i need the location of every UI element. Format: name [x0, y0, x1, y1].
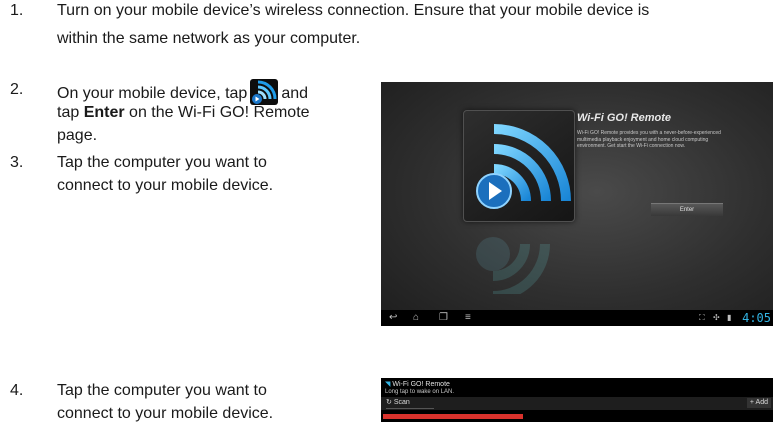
step-number: 4. — [10, 382, 24, 399]
step-text: connect to your mobile device. — [57, 177, 274, 194]
home-icon[interactable]: ⌂ — [413, 310, 419, 326]
step-text-part: tap — [57, 104, 84, 121]
system-navigation-bar: ↩ ⌂ ❐ ≡ ⛶ ✣ ▮ 4:05 — [381, 310, 773, 326]
scan-label: Scan — [393, 399, 410, 406]
clock: 4:05 — [742, 311, 771, 325]
fullscreen-icon: ⛶ — [699, 313, 705, 322]
step-text: Tap the computer you want to — [57, 154, 267, 171]
usb-icon: ✣ — [713, 313, 720, 322]
refresh-icon: ↻ — [386, 399, 392, 406]
app-header: ◥ Wi-Fi GO! Remote — [385, 380, 450, 388]
scan-button[interactable]: ↻ Scan — [386, 398, 434, 409]
step-text: page. — [57, 127, 98, 144]
step-text: connect to your mobile device. — [57, 405, 274, 422]
step-text: Tap the computer you want to — [57, 382, 267, 399]
step-text: tap Enter on the Wi-Fi GO! Remote — [57, 102, 310, 123]
step-text-part: On your mobile device, tap — [57, 85, 248, 102]
wifi-go-remote-screenshot: Wi-Fi GO! Remote Wi-Fi GO! Remote provid… — [381, 82, 773, 326]
computer-list-screenshot: ◥ Wi-Fi GO! Remote Long tap to wake on L… — [381, 378, 773, 422]
add-label: Add — [755, 399, 768, 406]
wifi-go-remote-logo-icon — [476, 124, 571, 209]
step-text: Turn on your mobile device’s wireless co… — [57, 2, 650, 19]
step-text: within the same network as your computer… — [57, 30, 361, 47]
app-header-title: Wi-Fi GO! Remote — [392, 381, 450, 388]
app-title: Wi-Fi GO! Remote — [577, 112, 672, 124]
app-logo-tile — [463, 110, 575, 222]
step-number: 1. — [10, 2, 24, 19]
enter-keyword: Enter — [83, 104, 125, 121]
recent-apps-icon[interactable]: ❐ — [439, 310, 448, 326]
back-icon[interactable]: ↩ — [389, 310, 397, 326]
menu-icon[interactable]: ≡ — [465, 310, 471, 326]
action-bar — [381, 397, 773, 410]
enter-button[interactable]: Enter — [651, 203, 723, 216]
logo-reflection — [463, 224, 573, 301]
step-number: 3. — [10, 154, 24, 171]
hint-text: Long tap to wake on LAN. — [385, 389, 455, 395]
plus-icon: + — [749, 399, 754, 406]
add-button[interactable]: + Add — [746, 398, 771, 408]
selected-computer-row[interactable] — [383, 414, 523, 419]
wifi-icon: ◥ — [385, 381, 391, 388]
battery-icon: ▮ — [727, 313, 732, 322]
step-text-part: on the Wi-Fi GO! Remote — [124, 104, 310, 121]
step-text-part: and — [281, 85, 309, 102]
app-description: Wi-Fi GO! Remote provides you with a nev… — [577, 130, 721, 149]
step-number: 2. — [10, 81, 24, 98]
